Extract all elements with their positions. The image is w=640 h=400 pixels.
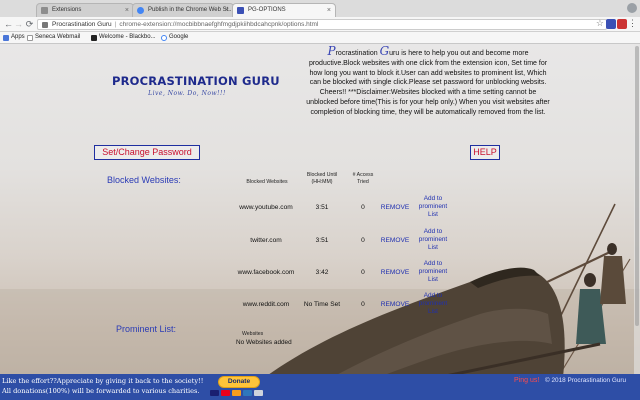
access-tries: 0 <box>361 204 365 211</box>
browser-tab-strip: Extensions × Publish in the Chrome Web S… <box>0 0 640 17</box>
intro-initial-g: G <box>379 44 390 58</box>
logo-tagline: Live, Now. Do, Now!!! <box>148 90 226 97</box>
bookmark-apps[interactable]: Apps <box>2 32 25 43</box>
reload-icon[interactable]: ⟳ <box>24 19 35 30</box>
blocked-site: twitter.com <box>250 237 282 244</box>
add-to-prominent-button[interactable]: Add to prominent List <box>415 195 451 219</box>
tab-label: PG-OPTIONS <box>248 7 286 13</box>
chrome-icon <box>137 7 144 14</box>
col-header-until: Blocked Until (HH:MM) <box>306 172 338 185</box>
access-tries: 0 <box>361 301 365 308</box>
tab-label: Publish in the Chrome Web St... <box>148 7 234 13</box>
blocked-until: 3:51 <box>315 237 329 244</box>
remove-button[interactable]: REMOVE <box>378 237 412 244</box>
ping-us-link[interactable]: Ping us! <box>514 377 539 384</box>
footer-line-2: All donations(100%) will be forwarded to… <box>2 387 200 395</box>
bookmarks-bar: Apps Seneca Webmail Welcome - Blackbo...… <box>0 32 640 44</box>
footer-line-1: Like the effort??Appreciate by giving it… <box>2 377 204 385</box>
bookmark-google[interactable]: Google <box>160 32 188 43</box>
access-tries: 0 <box>361 237 365 244</box>
footer-message: Like the effort??Appreciate by giving it… <box>2 376 203 396</box>
address-bar[interactable]: Procrastination Guru | chrome-extension://… <box>37 19 607 30</box>
extension-toolbar-icon-2[interactable] <box>617 19 627 29</box>
donate-button[interactable]: Donate <box>218 376 260 388</box>
add-to-prominent-button[interactable]: Add to prominent List <box>415 260 451 284</box>
apps-grid-icon <box>3 35 9 41</box>
blocked-until: 3:42 <box>315 269 329 276</box>
options-page: PROCRASTINATION GURU Live, Now. Do, Now!… <box>0 44 640 400</box>
add-to-prominent-button[interactable]: Add to prominent List <box>415 228 451 252</box>
tab-label: Extensions <box>52 7 82 13</box>
tab-publish[interactable]: Publish in the Chrome Web St... × <box>132 3 234 17</box>
remove-button[interactable]: REMOVE <box>378 204 412 211</box>
logo-title: PROCRASTINATION GURU <box>112 74 280 88</box>
access-tries: 0 <box>361 269 365 276</box>
logo: PROCRASTINATION GURU Live, Now. Do, Now!… <box>112 74 280 97</box>
profile-icon[interactable] <box>627 3 637 13</box>
extension-page-icon <box>42 22 48 28</box>
copyright-text: © 2018 Procrastination Guru <box>545 377 627 384</box>
prominent-empty-message: No Websites added <box>236 339 292 346</box>
donation-footer: Like the effort??Appreciate by giving it… <box>0 374 640 400</box>
bookmark-star-icon[interactable]: ☆ <box>596 18 604 29</box>
remove-button[interactable]: REMOVE <box>378 301 412 308</box>
intro-initial-p: P <box>327 44 336 58</box>
blocked-until: No Time Set <box>303 301 341 308</box>
col-header-tries: # Access Tried <box>352 172 374 185</box>
blocked-until: 3:51 <box>315 204 329 211</box>
address-title: Procrastination Guru <box>52 21 112 28</box>
prominent-list-title: Prominent List: <box>116 324 177 334</box>
document-icon <box>27 35 33 41</box>
extension-toolbar-icon[interactable] <box>606 19 616 29</box>
bookmark-blackboard[interactable]: Welcome - Blackbo... <box>90 32 156 43</box>
remove-button[interactable]: REMOVE <box>378 269 412 276</box>
address-url: chrome-extension://mocbibbnaefghfmgdjpki… <box>119 21 319 28</box>
add-to-prominent-button[interactable]: Add to prominent List <box>415 292 451 316</box>
visa-card-icon <box>210 390 219 396</box>
forward-arrow-icon[interactable]: → <box>13 19 24 30</box>
intro-text: Procrastination Guru is here to help you… <box>306 44 550 118</box>
close-icon[interactable]: × <box>125 4 129 17</box>
tab-extensions[interactable]: Extensions × <box>36 3 134 17</box>
blocked-site: www.facebook.com <box>237 269 295 276</box>
help-button[interactable]: HELP <box>470 145 500 160</box>
col-header-site: Blocked Websites <box>246 179 288 185</box>
close-icon[interactable]: × <box>327 4 331 17</box>
amex-card-icon <box>243 390 252 396</box>
discover-card-icon <box>232 390 241 396</box>
menu-dots-icon[interactable]: ⋮ <box>628 18 637 29</box>
scrollbar-thumb[interactable] <box>635 46 639 326</box>
prominent-col-header: Websites <box>242 331 264 337</box>
close-icon[interactable]: × <box>225 4 229 17</box>
blocked-site: www.reddit.com <box>242 301 290 308</box>
blocked-site: www.youtube.com <box>239 204 293 211</box>
intro-lead: rocrastination <box>335 50 380 57</box>
set-password-button[interactable]: Set/Change Password <box>94 145 200 160</box>
intro-body: uru is here to help you out and become m… <box>306 50 550 116</box>
puzzle-icon <box>41 7 48 14</box>
blackboard-icon <box>91 35 97 41</box>
extension-icon <box>237 7 244 14</box>
address-bar-row: ← → ⟳ Procrastination Guru | chrome-extens… <box>0 17 640 32</box>
blocked-websites-title: Blocked Websites: <box>107 175 181 185</box>
tab-pg-options[interactable]: PG-OPTIONS × <box>232 3 336 17</box>
bookmark-seneca-webmail[interactable]: Seneca Webmail <box>26 32 80 43</box>
bank-card-icon <box>254 390 263 396</box>
mastercard-icon <box>221 390 230 396</box>
google-icon <box>161 35 167 41</box>
